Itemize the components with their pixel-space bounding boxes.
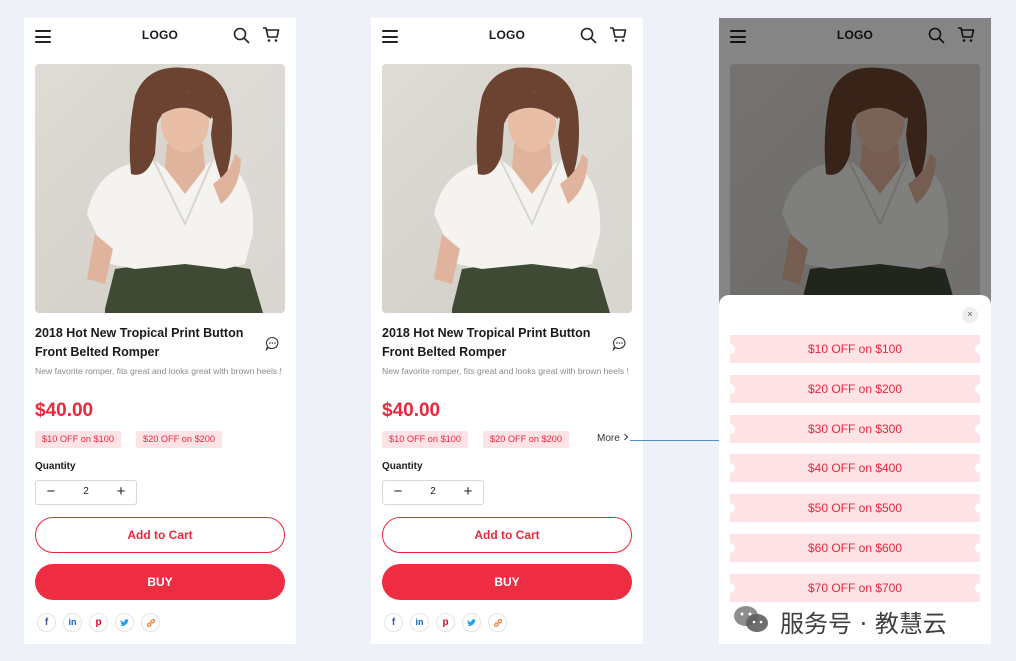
- product-price: $40.00: [35, 400, 94, 421]
- decrease-button[interactable]: −: [385, 481, 411, 504]
- product-title: 2018 Hot New Tropical Print Button Front…: [35, 326, 244, 359]
- app-header: LOGO: [371, 18, 643, 54]
- facebook-icon[interactable]: f: [384, 613, 403, 632]
- search-icon[interactable]: [580, 27, 597, 44]
- app-header: LOGO: [24, 18, 296, 54]
- coupon-item[interactable]: $60 OFF on $600: [725, 534, 985, 562]
- quantity-label: Quantity: [382, 461, 423, 472]
- watermark-text: 服务号 · 教慧云: [780, 610, 947, 638]
- twitter-icon[interactable]: [462, 613, 481, 632]
- cart-icon[interactable]: [262, 26, 280, 43]
- coupon-bottom-sheet: × $10 OFF on $100 $20 OFF on $200 $30 OF…: [719, 295, 991, 644]
- cart-icon[interactable]: [609, 26, 627, 43]
- increase-button[interactable]: +: [455, 481, 481, 504]
- quantity-label: Quantity: [35, 461, 76, 472]
- coupon-item[interactable]: $30 OFF on $300: [725, 415, 985, 443]
- chevron-right-icon: [623, 433, 628, 441]
- decrease-button[interactable]: −: [38, 481, 64, 504]
- buy-button[interactable]: BUY: [35, 564, 285, 600]
- link-icon[interactable]: [488, 613, 507, 632]
- chat-icon[interactable]: [265, 336, 280, 351]
- close-icon[interactable]: ×: [962, 307, 978, 323]
- add-to-cart-button[interactable]: Add to Cart: [35, 517, 285, 553]
- coupon-item[interactable]: $50 OFF on $500: [725, 494, 985, 522]
- product-image[interactable]: [382, 64, 632, 313]
- product-image[interactable]: [35, 64, 285, 313]
- product-price: $40.00: [382, 400, 441, 421]
- link-icon[interactable]: [141, 613, 160, 632]
- more-coupons-link[interactable]: More: [597, 433, 629, 444]
- product-description: New favorite romper, fits great and look…: [382, 366, 629, 376]
- twitter-icon[interactable]: [115, 613, 134, 632]
- buy-button[interactable]: BUY: [382, 564, 632, 600]
- coupon-tag[interactable]: $20 OFF on $200: [136, 431, 223, 448]
- linkedin-icon[interactable]: in: [410, 613, 429, 632]
- logo: LOGO: [141, 28, 179, 42]
- coupon-sheet-screen: LOGO × $10 OFF on $100 $20 OFF on $200 $…: [719, 18, 991, 644]
- coupon-item[interactable]: $40 OFF on $400: [725, 454, 985, 482]
- linkedin-icon[interactable]: in: [63, 613, 82, 632]
- add-to-cart-button[interactable]: Add to Cart: [382, 517, 632, 553]
- pinterest-icon[interactable]: p: [436, 613, 455, 632]
- product-screen-with-more: LOGO 2018 Hot New Tropical Print Button …: [371, 18, 643, 644]
- coupon-item[interactable]: $10 OFF on $100: [725, 335, 985, 363]
- more-label: More: [597, 433, 620, 444]
- product-title: 2018 Hot New Tropical Print Button Front…: [382, 326, 591, 359]
- increase-button[interactable]: +: [108, 481, 134, 504]
- flow-connector: [630, 440, 728, 441]
- coupon-item[interactable]: $70 OFF on $700: [725, 574, 985, 602]
- quantity-stepper: − 2 +: [382, 480, 484, 505]
- quantity-value[interactable]: 2: [413, 486, 453, 497]
- product-description: New favorite romper, fits great and look…: [35, 366, 282, 376]
- pinterest-icon[interactable]: p: [89, 613, 108, 632]
- coupon-tag[interactable]: $10 OFF on $100: [35, 431, 122, 448]
- coupon-tag[interactable]: $20 OFF on $200: [483, 431, 570, 448]
- search-icon[interactable]: [233, 27, 250, 44]
- coupon-item[interactable]: $20 OFF on $200: [725, 375, 985, 403]
- coupon-tag[interactable]: $10 OFF on $100: [382, 431, 469, 448]
- quantity-value[interactable]: 2: [66, 486, 106, 497]
- chat-icon[interactable]: [612, 336, 627, 351]
- facebook-icon[interactable]: f: [37, 613, 56, 632]
- product-screen-default: LOGO 2018 Hot New Tropical Print Button …: [24, 18, 296, 644]
- logo: LOGO: [488, 28, 526, 42]
- quantity-stepper: − 2 +: [35, 480, 137, 505]
- wechat-icon: [734, 606, 768, 632]
